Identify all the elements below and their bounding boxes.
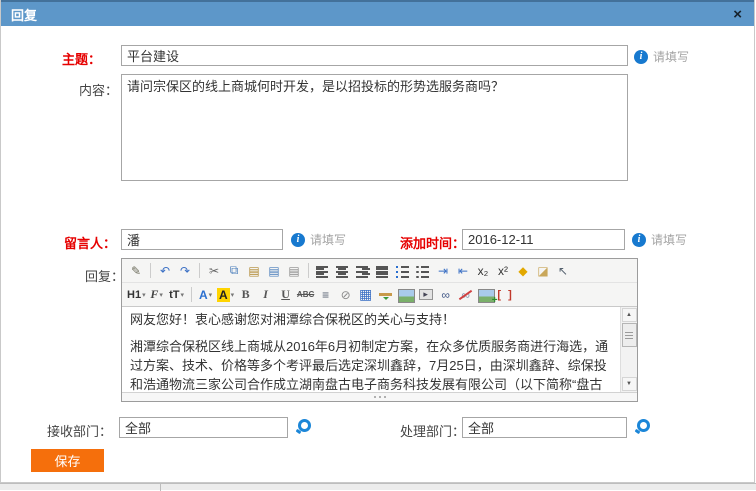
editor-toolbar-row2: H1▾F▾tT▾A▾A▾BIUABC≡⊘▦▸∞∞[ ] <box>122 283 637 307</box>
dialog-title: 回复 <box>11 5 37 24</box>
font-size-icon[interactable]: tT▾ <box>168 286 186 304</box>
receive-dept-label: 接收部门： <box>47 421 112 440</box>
handle-dept-label: 处理部门： <box>400 421 465 440</box>
italic-icon[interactable]: I <box>257 286 275 304</box>
remove-format-icon[interactable]: ⊘ <box>337 286 355 304</box>
close-icon[interactable]: × <box>733 7 742 22</box>
align-left-icon[interactable] <box>314 262 332 280</box>
outdent-icon[interactable]: ⇤ <box>454 262 472 280</box>
ordered-list-icon[interactable] <box>394 262 412 280</box>
hint-text: 请填写 <box>651 231 687 248</box>
editor-toolbar-row1: ✎↶↷✂⧉▤▤▤⇥⇤x₂x²◆◪↖ <box>122 259 637 283</box>
toolbar-separator <box>191 287 192 302</box>
unlink-icon[interactable]: ∞ <box>457 286 475 304</box>
indent-icon[interactable]: ⇥ <box>434 262 452 280</box>
undo-icon[interactable]: ↶ <box>156 262 174 280</box>
dialog-header: 回复 × <box>1 0 754 26</box>
image-icon[interactable] <box>397 286 415 304</box>
handle-dept-input[interactable] <box>462 417 627 438</box>
editor-resize-handle[interactable] <box>122 392 637 401</box>
clear-format-icon[interactable]: ◪ <box>534 262 552 280</box>
editor-content[interactable]: 网友您好！衷心感谢您对湘潭综合保税区的关心与支持！ 湘潭综合保税区线上商城从201… <box>122 307 620 392</box>
scroll-down-icon[interactable]: ▼ <box>622 377 637 391</box>
line-height-icon[interactable]: ≡ <box>317 286 335 304</box>
copy-icon[interactable]: ⧉ <box>225 262 243 280</box>
subject-input[interactable] <box>121 45 628 66</box>
format-brush-icon[interactable]: ◆ <box>514 262 532 280</box>
reply-label: 回复： <box>85 266 124 285</box>
align-center-icon[interactable] <box>334 262 352 280</box>
add-time-label: 添加时间： <box>400 233 465 252</box>
info-icon: i <box>634 50 648 64</box>
reply-dialog: 回复 × 主题： i 请填写 内容： 请问宗保区的线上商城何时开发，是以招投标的… <box>0 0 755 483</box>
subscript-icon[interactable]: x₂ <box>474 262 492 280</box>
info-icon: i <box>291 233 305 247</box>
bold-icon[interactable]: B <box>237 286 255 304</box>
add-time-input[interactable] <box>462 229 625 250</box>
author-hint: i 请填写 <box>291 231 346 248</box>
author-label: 留言人： <box>64 233 116 252</box>
align-right-icon[interactable] <box>354 262 372 280</box>
info-icon: i <box>632 233 646 247</box>
handle-dept-search-icon[interactable] <box>634 419 649 434</box>
add-time-hint: i 请填写 <box>632 231 687 248</box>
toolbar-separator <box>308 263 309 278</box>
subject-label: 主题： <box>62 49 101 68</box>
link-icon[interactable]: ∞ <box>437 286 455 304</box>
fullscreen-icon[interactable]: [ ] <box>497 286 515 304</box>
content-label: 内容： <box>79 80 118 99</box>
cut-icon[interactable]: ✂ <box>205 262 223 280</box>
save-button[interactable]: 保存 <box>31 449 104 472</box>
paste-icon[interactable]: ▤ <box>245 262 263 280</box>
toolbar-separator <box>199 263 200 278</box>
source-icon[interactable]: ✎ <box>127 262 145 280</box>
table-icon[interactable]: ▦ <box>357 286 375 304</box>
receive-dept-input[interactable] <box>119 417 288 438</box>
rich-text-editor: ✎↶↷✂⧉▤▤▤⇥⇤x₂x²◆◪↖ H1▾F▾tT▾A▾A▾BIUABC≡⊘▦▸… <box>121 258 638 402</box>
receive-dept-search-icon[interactable] <box>295 419 310 434</box>
scrollbar-thumb[interactable] <box>622 323 637 347</box>
align-justify-icon[interactable] <box>374 262 392 280</box>
paste-word-icon[interactable]: ▤ <box>265 262 283 280</box>
content-textarea[interactable]: 请问宗保区的线上商城何时开发，是以招投标的形势选服务商吗？ <box>121 74 628 181</box>
underline-icon[interactable]: U <box>277 286 295 304</box>
editor-paragraph: 湘潭综合保税区线上商城从2016年6月初制定方案，在众多优质服务商进行海选，通过… <box>130 337 612 392</box>
media-icon[interactable]: ▸ <box>417 286 435 304</box>
scroll-up-icon[interactable]: ▲ <box>622 308 637 322</box>
select-all-icon[interactable]: ↖ <box>554 262 572 280</box>
superscript-icon[interactable]: x² <box>494 262 512 280</box>
editor-scrollbar[interactable]: ▲ ▼ <box>620 307 637 392</box>
strikethrough-icon[interactable]: ABC <box>297 286 315 304</box>
heading-icon[interactable]: H1▾ <box>127 286 146 304</box>
author-input[interactable] <box>121 229 283 250</box>
hint-text: 请填写 <box>653 48 689 65</box>
subject-hint: i 请填写 <box>634 48 689 65</box>
highlight-color-icon[interactable]: A▾ <box>217 286 235 304</box>
unordered-list-icon[interactable] <box>414 262 432 280</box>
font-name-icon[interactable]: F▾ <box>148 286 166 304</box>
editor-content-wrap: 网友您好！衷心感谢您对湘潭综合保税区的关心与支持！ 湘潭综合保税区线上商城从201… <box>122 307 637 392</box>
toolbar-separator <box>150 263 151 278</box>
editor-paragraph: 网友您好！衷心感谢您对湘潭综合保税区的关心与支持！ <box>130 310 612 329</box>
horizontal-rule-icon[interactable] <box>377 286 395 304</box>
background-strip <box>0 483 756 490</box>
paste-text-icon[interactable]: ▤ <box>285 262 303 280</box>
redo-icon[interactable]: ↷ <box>176 262 194 280</box>
multi-image-icon[interactable] <box>477 286 495 304</box>
font-color-icon[interactable]: A▾ <box>197 286 215 304</box>
hint-text: 请填写 <box>310 231 346 248</box>
